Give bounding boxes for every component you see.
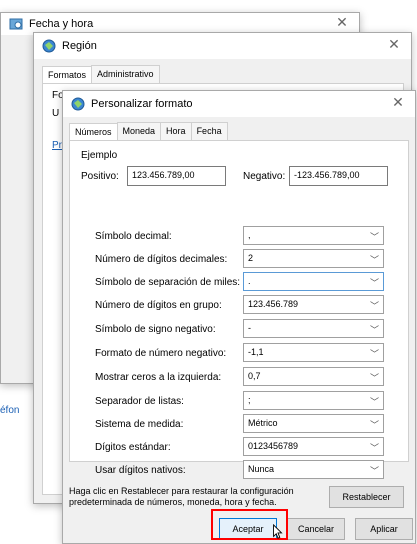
fecha-side-fragment: éfon — [0, 405, 20, 416]
apply-button[interactable]: Aplicar — [355, 518, 413, 540]
fecha-title: Fecha y hora — [29, 18, 94, 30]
close-icon[interactable]: ✕ — [333, 14, 351, 31]
setting-label: Número de dígitos en grupo: — [95, 300, 222, 311]
measurement-system-select[interactable]: Métrico ﹀ — [243, 414, 384, 433]
setting-label: Símbolo decimal: — [95, 231, 172, 242]
region-fragment-pr[interactable]: Pr — [52, 140, 62, 151]
select-value: -1,1 — [248, 347, 264, 357]
select-value: , — [248, 230, 251, 240]
region-fragment-u: U — [52, 108, 60, 119]
tab-moneda[interactable]: Moneda — [116, 122, 162, 140]
negative-example-field: -123.456.789,00 — [289, 166, 388, 186]
tab-numeros[interactable]: Números — [69, 123, 118, 141]
dialog-titlebar: Personalizar formato ✕ — [63, 91, 415, 117]
setting-label: Símbolo de separación de miles: — [95, 277, 241, 288]
dialog-title: Personalizar formato — [91, 98, 193, 110]
close-icon[interactable]: ✕ — [389, 94, 407, 111]
select-value: Nunca — [248, 464, 275, 474]
dialog-tabs: Números Moneda Hora Fecha — [69, 122, 228, 141]
region-window-icon — [42, 39, 56, 53]
select-value: . — [248, 276, 251, 286]
tab-fecha[interactable]: Fecha — [190, 122, 228, 140]
reset-button[interactable]: Restablecer — [329, 486, 404, 508]
chevron-down-icon: ﹀ — [369, 232, 379, 242]
negative-format-select[interactable]: -1,1 ﹀ — [243, 343, 384, 362]
setting-label: Sistema de medida: — [95, 419, 184, 430]
negative-sign-select[interactable]: - ﹀ — [243, 319, 384, 338]
cancel-button[interactable]: Cancelar — [287, 518, 345, 540]
chevron-down-icon: ﹀ — [369, 349, 379, 359]
select-value: 0,7 — [248, 371, 261, 381]
mouse-cursor-icon — [273, 524, 283, 539]
example-label: Ejemplo — [81, 150, 118, 161]
chevron-down-icon: ﹀ — [369, 373, 379, 383]
tab-formatos[interactable]: Formatos — [42, 66, 93, 84]
list-separator-select[interactable]: ; ﹀ — [243, 391, 384, 410]
clock-window-icon — [9, 18, 23, 30]
chevron-down-icon: ﹀ — [369, 301, 379, 311]
setting-label: Usar dígitos nativos: — [95, 465, 186, 476]
chevron-down-icon: ﹀ — [369, 325, 379, 335]
setting-label: Mostrar ceros a la izquierda: — [95, 372, 222, 383]
region-titlebar: Región ✕ — [34, 33, 411, 59]
positive-label: Positivo: — [81, 171, 119, 182]
setting-label: Símbolo de signo negativo: — [95, 324, 216, 335]
leading-zeros-select[interactable]: 0,7 ﹀ — [243, 367, 384, 386]
tab-administrativo[interactable]: Administrativo — [91, 65, 160, 83]
select-value: Métrico — [248, 418, 278, 428]
negative-label: Negativo: — [243, 171, 286, 182]
select-value: 123.456.789 — [248, 299, 299, 309]
setting-label: Dígitos estándar: — [95, 442, 171, 453]
native-digits-select[interactable]: Nunca ﹀ — [243, 460, 384, 479]
standard-digits-select[interactable]: 0123456789 ﹀ — [243, 437, 384, 456]
digit-grouping-select[interactable]: 123.456.789 ﹀ — [243, 295, 384, 314]
setting-label: Formato de número negativo: — [95, 348, 227, 359]
positive-example-field: 123.456.789,00 — [127, 166, 226, 186]
chevron-down-icon: ﹀ — [369, 278, 379, 288]
chevron-down-icon: ﹀ — [369, 420, 379, 430]
setting-label: Separador de listas: — [95, 396, 184, 407]
reset-note: Haga clic en Restablecer para restaurar … — [69, 486, 294, 507]
chevron-down-icon: ﹀ — [369, 397, 379, 407]
tab-hora[interactable]: Hora — [160, 122, 192, 140]
chevron-down-icon: ﹀ — [369, 255, 379, 265]
select-value: 0123456789 — [248, 441, 299, 451]
customize-window-icon — [71, 97, 85, 111]
close-icon[interactable]: ✕ — [385, 36, 403, 53]
chevron-down-icon: ﹀ — [369, 443, 379, 453]
select-value: ; — [248, 395, 251, 405]
decimal-digits-select[interactable]: 2 ﹀ — [243, 249, 384, 268]
region-tabs: Formatos Administrativo — [42, 65, 160, 84]
region-title: Región — [62, 40, 97, 52]
select-value: - — [248, 323, 251, 333]
dialog-personalizar-formato: Personalizar formato ✕ Números Moneda Ho… — [62, 90, 416, 544]
decimal-symbol-select[interactable]: , ﹀ — [243, 226, 384, 245]
chevron-down-icon: ﹀ — [369, 466, 379, 476]
setting-label: Número de dígitos decimales: — [95, 254, 228, 265]
thousands-separator-select[interactable]: . ﹀ — [243, 272, 384, 291]
select-value: 2 — [248, 253, 254, 263]
